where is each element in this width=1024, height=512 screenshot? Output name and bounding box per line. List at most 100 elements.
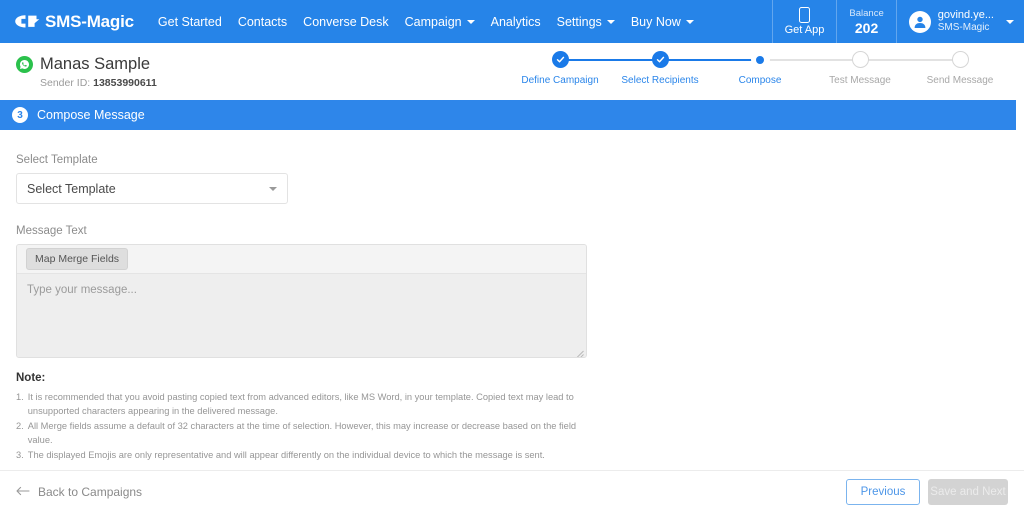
check-icon <box>656 56 664 63</box>
page-root: SMS-Magic Get Started Contacts Converse … <box>0 0 1024 512</box>
message-editor: Map Merge Fields Type your message... <box>16 244 587 358</box>
chevron-down-icon <box>685 19 694 24</box>
template-select[interactable]: Select Template <box>16 173 288 204</box>
note-item: 1. It is recommended that you avoid past… <box>16 390 596 419</box>
balance-indicator: Balance 202 <box>836 0 895 43</box>
nav-label: Converse Desk <box>303 14 389 29</box>
nav-label: Settings <box>556 14 602 29</box>
brand-logo[interactable]: SMS-Magic <box>0 0 150 43</box>
get-app-label: Get App <box>784 24 825 36</box>
step-send-message[interactable]: Send Message <box>860 51 1010 86</box>
note-item-number: 2. <box>16 420 24 431</box>
compose-section-header: 3 Compose Message <box>0 100 1016 130</box>
account-menu[interactable]: govind.ye... SMS-Magic <box>895 0 1024 43</box>
note-item: 3. The displayed Emojis are only represe… <box>16 448 596 462</box>
step-test-message[interactable]: Test Message <box>760 51 960 86</box>
page-title: Manas Sample <box>40 54 151 73</box>
step-circle-done <box>551 51 569 68</box>
balance-value: 202 <box>854 19 879 36</box>
nav-item-converse-desk[interactable]: Converse Desk <box>295 0 396 43</box>
step-select-recipients[interactable]: Select Recipients <box>560 51 760 86</box>
nav-item-contacts[interactable]: Contacts <box>230 0 295 43</box>
nav-item-campaign[interactable]: Campaign <box>397 0 483 43</box>
progress-stepper: Define Campaign Select Recipients Compos… <box>510 51 1010 86</box>
template-field-label: Select Template <box>16 154 98 166</box>
balance-label: Balance <box>849 7 884 19</box>
step-dot-icon <box>756 55 764 64</box>
nav-label: Get Started <box>157 14 222 29</box>
step-circle-todo <box>951 51 969 68</box>
note-item-number: 3. <box>16 449 24 460</box>
user-avatar-icon <box>908 10 931 33</box>
step-connector <box>560 58 660 61</box>
step-label: Send Message <box>926 75 994 86</box>
step-define-campaign[interactable]: Define Campaign <box>510 51 660 86</box>
nav-label: Campaign <box>404 14 462 29</box>
nav-label: Buy Now <box>630 14 681 29</box>
nav-item-buy-now[interactable]: Buy Now <box>623 0 702 43</box>
note-item-number: 1. <box>16 392 24 402</box>
step-label: Define Campaign <box>521 75 599 86</box>
note-item: 2. All Merge fields assume a default of … <box>16 419 596 448</box>
template-select-value: Select Template <box>27 181 116 196</box>
message-field-group: Message Text Map Merge Fields Type your … <box>16 225 1008 358</box>
step-connector <box>860 58 960 61</box>
back-to-campaigns-link[interactable]: Back to Campaigns <box>16 485 142 499</box>
message-placeholder: Type your message... <box>27 284 137 296</box>
nav-label: Analytics <box>490 14 541 29</box>
account-name: govind.ye... <box>937 9 994 22</box>
account-org: SMS-Magic <box>937 22 990 34</box>
step-circle-todo <box>851 51 869 68</box>
note-list: 1. It is recommended that you avoid past… <box>16 390 1008 462</box>
save-and-next-button[interactable]: Save and Next <box>928 478 1008 505</box>
step-compose[interactable]: Compose <box>660 51 860 86</box>
mobile-phone-icon <box>799 7 810 23</box>
whatsapp-icon <box>16 55 33 73</box>
footer-bar: Back to Campaigns Previous Save and Next <box>0 470 1024 512</box>
chevron-down-icon <box>606 19 615 24</box>
brand-name: SMS-Magic <box>45 11 134 31</box>
navbar-right-cluster: Get App Balance 202 govind.ye... SMS-Mag… <box>771 0 1024 43</box>
campaign-title-row: Manas Sample <box>16 55 157 74</box>
back-to-campaigns-label: Back to Campaigns <box>38 484 143 499</box>
note-block: Note: 1. It is recommended that you avoi… <box>16 372 1008 462</box>
nav-item-analytics[interactable]: Analytics <box>483 0 549 43</box>
sender-id-label: Sender ID: <box>40 76 91 89</box>
nav-item-settings[interactable]: Settings <box>549 0 623 43</box>
section-number-badge: 3 <box>12 107 28 123</box>
sender-id-row: Sender ID: 13853990611 <box>40 77 157 89</box>
step-circle-done <box>651 51 669 68</box>
sender-id-value: 13853990611 <box>93 76 157 89</box>
step-connector <box>760 58 860 61</box>
note-title: Note: <box>16 372 46 384</box>
chevron-down-icon <box>466 19 475 24</box>
template-field-group: Select Template Select Template <box>16 154 1008 204</box>
nav-item-get-started[interactable]: Get Started <box>150 0 230 43</box>
top-navbar: SMS-Magic Get Started Contacts Converse … <box>0 0 1024 43</box>
chevron-down-icon <box>269 186 277 191</box>
section-title: Compose Message <box>37 108 145 122</box>
step-label: Test Message <box>829 75 891 86</box>
note-item-text: All Merge fields assume a default of 32 … <box>27 420 577 446</box>
footer-buttons: Previous Save and Next <box>846 478 1008 505</box>
nav-links: Get Started Contacts Converse Desk Campa… <box>150 0 702 43</box>
message-textarea[interactable]: Type your message... <box>17 274 586 357</box>
campaign-header: Manas Sample Sender ID: 13853990611 Defi… <box>0 43 1024 100</box>
check-icon <box>556 56 564 63</box>
message-field-label: Message Text <box>16 225 87 237</box>
compose-form: Select Template Select Template Message … <box>0 130 1024 462</box>
nav-label: Contacts <box>237 14 288 29</box>
arrow-left-icon <box>16 485 30 499</box>
note-item-text: The displayed Emojis are only representa… <box>27 449 545 460</box>
chevron-down-icon <box>1006 19 1014 24</box>
map-merge-fields-button[interactable]: Map Merge Fields <box>26 248 129 270</box>
message-toolbar: Map Merge Fields <box>17 245 586 274</box>
step-label: Select Recipients <box>621 75 699 86</box>
textarea-resize-handle[interactable] <box>575 346 584 357</box>
step-connector <box>660 58 760 61</box>
get-app-button[interactable]: Get App <box>771 0 837 43</box>
step-circle-current <box>751 51 769 68</box>
previous-button[interactable]: Previous <box>846 478 920 505</box>
note-item-text: It is recommended that you avoid pasting… <box>27 392 574 417</box>
campaign-title-block: Manas Sample Sender ID: 13853990611 <box>16 55 157 89</box>
